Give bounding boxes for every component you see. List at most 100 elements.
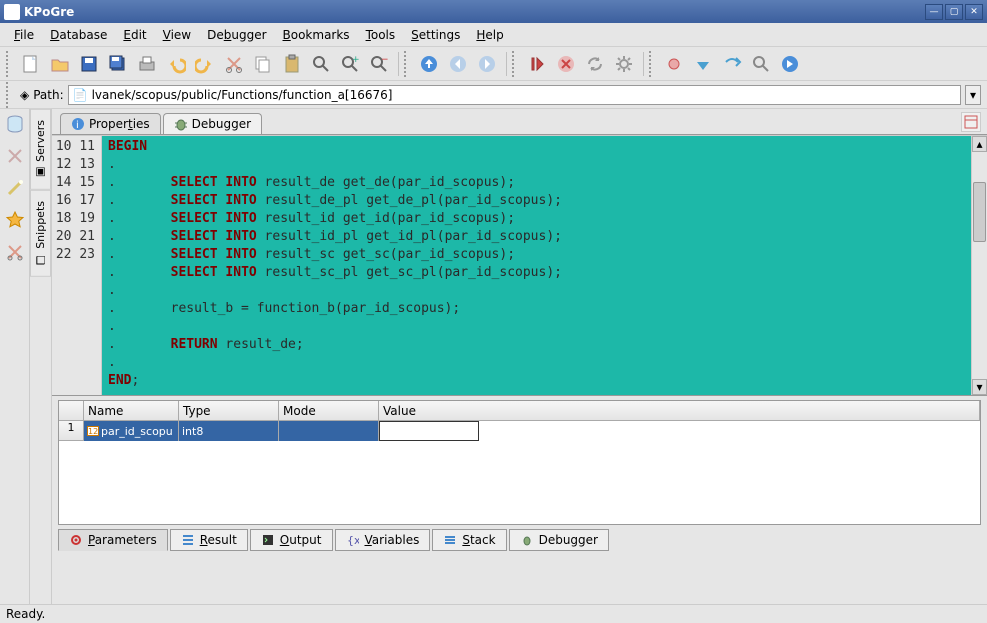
scroll-thumb[interactable] [973, 182, 986, 242]
menu-debugger[interactable]: Debugger [199, 25, 274, 45]
info-icon: i [71, 117, 85, 131]
app-icon: ◧ [4, 4, 20, 20]
close-button[interactable]: ✕ [965, 4, 983, 20]
code-area[interactable]: BEGIN . . SELECT INTO result_de get_de(p… [102, 136, 971, 395]
gear-icon[interactable] [610, 50, 638, 78]
side-tab-bar: ▣Servers ❐Snippets [30, 109, 52, 604]
redo-icon[interactable] [191, 50, 219, 78]
type-int-icon: 12 [87, 426, 99, 436]
svg-text:{x}: {x} [347, 534, 359, 546]
status-text: Ready. [6, 607, 45, 621]
stack-icon [443, 533, 457, 547]
bottom-tab-bar: Parameters Result Output {x}Variables St… [58, 525, 981, 555]
toolbar-handle[interactable] [6, 51, 12, 77]
save-icon[interactable] [75, 50, 103, 78]
svg-text:i: i [76, 120, 79, 131]
zoom-default-icon[interactable] [307, 50, 335, 78]
breakpoint-icon [69, 533, 83, 547]
stop-icon[interactable] [552, 50, 580, 78]
toolbar-handle-3[interactable] [512, 51, 518, 77]
main-toolbar: + − [0, 47, 987, 81]
scissors-icon[interactable] [4, 241, 26, 263]
table-row[interactable]: 1 12par_id_scopu int8 [59, 421, 980, 441]
find-icon[interactable] [747, 50, 775, 78]
menu-tools[interactable]: Tools [358, 25, 404, 45]
target-icon: ◈ [20, 88, 29, 102]
menu-edit[interactable]: Edit [115, 25, 154, 45]
row-number: 1 [59, 421, 84, 441]
arrow-up-icon[interactable] [415, 50, 443, 78]
svg-text:+: + [352, 55, 360, 65]
list-icon [181, 533, 195, 547]
window-titlebar: ◧ KPoGre — ▢ ✕ [0, 0, 987, 23]
menu-help[interactable]: Help [468, 25, 511, 45]
btab-variables[interactable]: {x}Variables [335, 529, 431, 551]
cell-name: 12par_id_scopu [84, 421, 179, 441]
btab-debugger[interactable]: Debugger [509, 529, 609, 551]
rowhdr-corner[interactable] [59, 401, 84, 420]
cell-type: int8 [179, 421, 279, 441]
toolbar-handle-4[interactable] [649, 51, 655, 77]
copy-icon[interactable] [249, 50, 277, 78]
goto-icon[interactable] [776, 50, 804, 78]
side-tab-servers[interactable]: ▣Servers [30, 109, 51, 190]
path-dropdown-button[interactable]: ▾ [965, 85, 981, 105]
bookmark-star-icon[interactable] [4, 209, 26, 231]
btab-output[interactable]: Output [250, 529, 333, 551]
col-mode[interactable]: Mode [279, 401, 379, 420]
refresh-icon[interactable] [581, 50, 609, 78]
detach-panel-icon[interactable] [961, 112, 981, 132]
minimize-button[interactable]: — [925, 4, 943, 20]
col-name[interactable]: Name [84, 401, 179, 420]
svg-text:−: − [381, 55, 389, 65]
zoom-out-icon[interactable]: − [365, 50, 393, 78]
bug-icon [520, 533, 534, 547]
menubar: File Database Edit View Debugger Bookmar… [0, 23, 987, 47]
undo-icon[interactable] [162, 50, 190, 78]
wand-icon[interactable] [4, 177, 26, 199]
save-multi-icon[interactable] [104, 50, 132, 78]
breakpoint-icon[interactable] [660, 50, 688, 78]
path-db-icon: 📄 [73, 88, 88, 102]
zoom-in-icon[interactable]: + [336, 50, 364, 78]
left-iconbar [0, 109, 30, 604]
path-bar: ◈ Path: 📄 lvanek/scopus/public/Functions… [0, 81, 987, 109]
side-tab-snippets[interactable]: ❐Snippets [30, 190, 51, 277]
vertical-scrollbar[interactable]: ▴ ▾ [971, 136, 987, 395]
btab-parameters[interactable]: Parameters [58, 529, 168, 551]
new-file-icon[interactable] [17, 50, 45, 78]
menu-view[interactable]: View [155, 25, 199, 45]
database-icon[interactable] [4, 113, 26, 135]
main-tabs: i Properties Debugger [52, 109, 987, 135]
paste-icon[interactable] [278, 50, 306, 78]
step-list-icon[interactable] [523, 50, 551, 78]
path-input[interactable]: 📄 lvanek/scopus/public/Functions/functio… [68, 85, 961, 105]
maximize-button[interactable]: ▢ [945, 4, 963, 20]
cell-value-input[interactable] [379, 421, 479, 441]
cut-ligature-icon[interactable] [4, 145, 26, 167]
tab-properties[interactable]: i Properties [60, 113, 161, 134]
toolbar-handle-2[interactable] [404, 51, 410, 77]
col-value[interactable]: Value [379, 401, 980, 420]
step-over-icon[interactable] [718, 50, 746, 78]
arrow-forward-icon[interactable] [473, 50, 501, 78]
run-down-icon[interactable] [689, 50, 717, 78]
menu-bookmarks[interactable]: Bookmarks [275, 25, 358, 45]
col-type[interactable]: Type [179, 401, 279, 420]
menu-settings[interactable]: Settings [403, 25, 468, 45]
parameters-table: Name Type Mode Value 1 12par_id_scopu in… [58, 400, 981, 525]
btab-stack[interactable]: Stack [432, 529, 506, 551]
open-folder-icon[interactable] [46, 50, 74, 78]
menu-database[interactable]: Database [42, 25, 115, 45]
arrow-back-icon[interactable] [444, 50, 472, 78]
cut-icon[interactable] [220, 50, 248, 78]
scroll-up-button[interactable]: ▴ [972, 136, 987, 152]
print-icon[interactable] [133, 50, 161, 78]
parameters-panel: Name Type Mode Value 1 12par_id_scopu in… [52, 395, 987, 604]
cell-mode [279, 421, 379, 441]
btab-result[interactable]: Result [170, 529, 248, 551]
tab-debugger[interactable]: Debugger [163, 113, 262, 134]
menu-file[interactable]: File [6, 25, 42, 45]
scroll-down-button[interactable]: ▾ [972, 379, 987, 395]
path-handle[interactable] [6, 82, 12, 108]
